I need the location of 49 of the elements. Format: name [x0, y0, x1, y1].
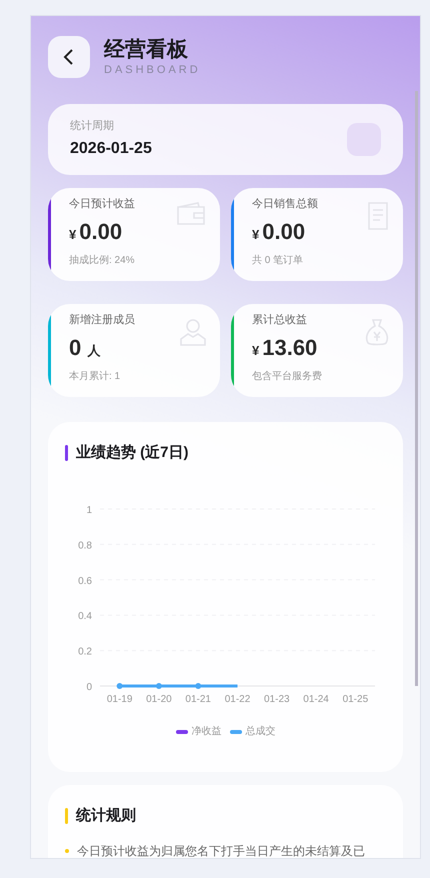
currency-sign: ¥	[252, 226, 260, 244]
money-bag-icon	[365, 318, 389, 346]
data-point	[195, 683, 202, 689]
stat-value: 0	[69, 335, 82, 361]
wallet-icon	[176, 202, 206, 226]
x-tick-label: 01-21	[185, 694, 211, 705]
stat-value: 13.60	[262, 335, 318, 361]
stat-value: 0.00	[79, 219, 122, 245]
page-title: 经营看板	[104, 37, 189, 63]
stat-label: 新增注册成员	[69, 313, 136, 327]
data-point	[116, 683, 123, 689]
title-accent	[65, 808, 68, 824]
rule-text: 今日预计收益为归属您名下打手当日产生的未结算及已	[77, 842, 365, 858]
stat-unit: 人	[87, 342, 100, 360]
x-tick-label: 01-20	[146, 694, 172, 705]
period-value: 2026-01-25	[70, 138, 152, 159]
stat-label: 累计总收益	[252, 313, 308, 327]
stat-note: 抽成比例: 24%	[69, 254, 136, 268]
stat-note: 包含平台服务费	[252, 370, 323, 384]
legend-label[interactable]: 净收益	[192, 724, 222, 739]
stat-label: 今日销售总额	[252, 197, 319, 211]
back-button[interactable]	[48, 36, 90, 78]
y-tick-label: 0.8	[78, 540, 92, 552]
section-title: 业绩趋势 (近7日)	[76, 443, 188, 463]
x-tick-label: 01-22	[224, 694, 250, 705]
y-tick-label: 0	[86, 682, 92, 693]
page-subtitle: DASHBOARD	[104, 63, 201, 77]
legend-label[interactable]: 总成交	[246, 724, 276, 739]
stat-note: 本月累计: 1	[69, 370, 122, 384]
x-tick-label: 01-23	[264, 694, 290, 705]
currency-sign: ¥	[252, 342, 260, 360]
currency-sign: ¥	[69, 226, 76, 244]
stat-note: 共 0 笔订单	[252, 254, 304, 268]
x-tick-label: 01-24	[303, 694, 329, 705]
title-accent	[65, 445, 68, 462]
x-tick-label: 01-19	[106, 694, 132, 705]
period-label: 统计周期	[70, 118, 115, 134]
person-icon	[180, 318, 206, 346]
y-tick-label: 0.4	[78, 611, 92, 622]
bullet	[65, 848, 69, 852]
section-title: 统计规则	[76, 806, 136, 826]
y-tick-label: 1	[86, 505, 92, 516]
stat-label: 今日预计收益	[69, 197, 136, 211]
x-tick-label: 01-25	[342, 694, 368, 705]
scrollbar[interactable]	[415, 91, 418, 686]
data-point	[156, 683, 162, 689]
stat-value: 0.00	[262, 219, 306, 245]
y-tick-label: 0.2	[78, 646, 92, 658]
y-tick-label: 0.6	[78, 576, 92, 587]
